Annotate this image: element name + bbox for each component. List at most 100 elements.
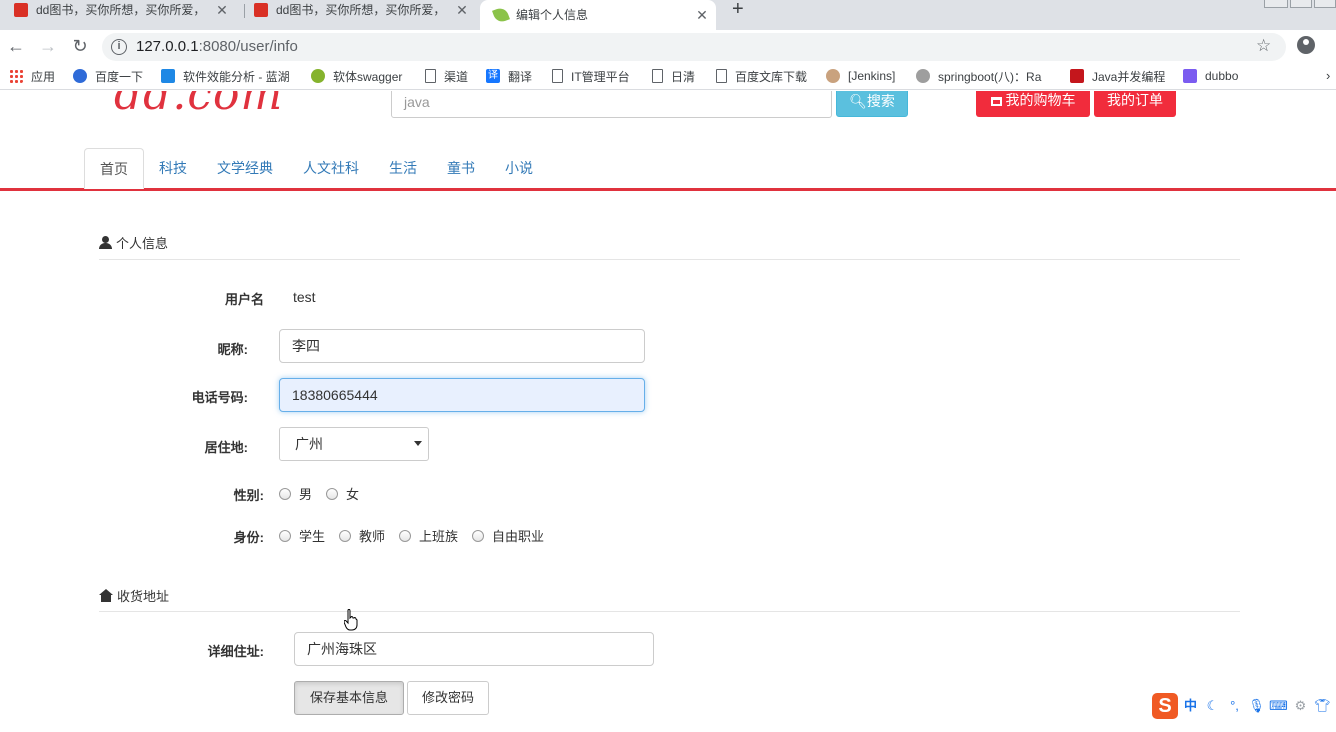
- bookmark-label: dubbo: [1205, 69, 1239, 83]
- bookmark-item[interactable]: springboot(八)：Ra: [916, 62, 1052, 90]
- tab-title: dd图书，买你所想，买你所爱，: [276, 3, 446, 17]
- nav-tab-tech[interactable]: 科技: [144, 148, 202, 189]
- skin-shirt-icon[interactable]: 👕︎: [1313, 696, 1332, 716]
- bookmark-label: 应用: [31, 69, 56, 84]
- radio-circle[interactable]: [326, 487, 339, 500]
- bookmark-item[interactable]: Java并发编程: [1070, 62, 1165, 90]
- translate-icon: 译: [486, 69, 500, 83]
- bookmark-item[interactable]: dubbo: [1183, 62, 1238, 90]
- residence-selected-value: 广州: [295, 436, 323, 452]
- new-tab-button[interactable]: +: [732, 0, 744, 21]
- bookmark-item[interactable]: IT管理平台: [552, 62, 630, 90]
- identity-radio-freelancer[interactable]: 自由职业: [472, 526, 544, 545]
- page-content: dd.com java 🔍︎搜索 我的购物车 我的订单 首页 科技 文学经典 人…: [0, 91, 1336, 732]
- swagger-icon: [311, 69, 325, 83]
- orders-button-label: 我的订单: [1107, 92, 1163, 108]
- gender-label: 性别:: [233, 488, 264, 503]
- address-section-title: 收货地址: [99, 586, 169, 605]
- radio-circle[interactable]: [339, 529, 352, 542]
- microphone-icon[interactable]: 🎙︎: [1247, 696, 1266, 716]
- close-icon[interactable]: ✕: [694, 7, 710, 24]
- page-favicon-icon: [14, 3, 28, 17]
- radio-circle[interactable]: [279, 487, 291, 500]
- bookmark-item[interactable]: [Jenkins]: [826, 62, 895, 90]
- nickname-input[interactable]: 李四: [279, 329, 645, 363]
- sogou-ime-logo-icon[interactable]: S: [1152, 693, 1178, 719]
- hand-cursor-icon: [344, 609, 358, 631]
- bookmark-item[interactable]: 百度一下: [73, 62, 143, 90]
- phone-label: 电话号码:: [191, 390, 248, 405]
- radio-circle[interactable]: [399, 529, 412, 542]
- window-close-button[interactable]: [1314, 0, 1336, 8]
- nav-tab-literature[interactable]: 文学经典: [202, 148, 288, 189]
- nav-tab-humanities[interactable]: 人文社科: [288, 148, 374, 189]
- back-arrow-icon[interactable]: ←: [4, 34, 28, 58]
- springboot-icon: [916, 69, 930, 83]
- save-basic-info-button[interactable]: 保存基本信息: [294, 681, 404, 715]
- section-divider: [99, 611, 1240, 612]
- radio-circle[interactable]: [472, 529, 485, 542]
- forward-arrow-icon[interactable]: →: [36, 34, 60, 58]
- identity-radio-student[interactable]: 学生: [279, 526, 325, 545]
- bookmark-label: [Jenkins]: [848, 69, 896, 83]
- ime-mode-toggle[interactable]: 中: [1181, 696, 1200, 716]
- residence-select[interactable]: 广州: [279, 427, 429, 461]
- tools-icon[interactable]: ⚙: [1291, 696, 1310, 716]
- address-bar[interactable]: i 127.0.0.1:8080/user/info: [102, 33, 1286, 61]
- site-info-icon[interactable]: i: [111, 39, 127, 55]
- gender-radio-female[interactable]: 女: [326, 484, 359, 503]
- cart-button[interactable]: 我的购物车: [976, 91, 1090, 117]
- close-icon[interactable]: ✕: [214, 2, 230, 19]
- punctuation-icon[interactable]: °,: [1225, 696, 1244, 716]
- section-divider: [99, 259, 1240, 260]
- identity-radio-teacher[interactable]: 教师: [339, 526, 385, 545]
- csdn-icon: [1070, 69, 1084, 83]
- category-nav: 首页 科技 文学经典 人文社科 生活 童书 小说: [84, 148, 548, 189]
- keyboard-icon[interactable]: ⌨: [1269, 696, 1288, 716]
- radio-label: 男: [299, 487, 313, 502]
- radio-label: 自由职业: [492, 529, 545, 544]
- bookmark-item[interactable]: 渠道: [425, 62, 468, 90]
- bookmark-item[interactable]: 百度文库下载: [716, 62, 807, 90]
- moon-icon[interactable]: ☾: [1203, 696, 1222, 716]
- phone-input[interactable]: 18380665444: [279, 378, 645, 412]
- url-text: 127.0.0.1:8080/user/info: [136, 38, 298, 55]
- bookmark-star-icon[interactable]: ☆: [1256, 36, 1271, 56]
- change-password-button[interactable]: 修改密码: [407, 681, 489, 715]
- bookmark-item[interactable]: 软件效能分析 - 蓝湖: [161, 62, 290, 90]
- bookmark-apps[interactable]: 应用: [9, 62, 55, 90]
- site-logo[interactable]: dd.com: [114, 91, 283, 120]
- search-button[interactable]: 🔍︎搜索: [836, 91, 908, 117]
- maximize-button[interactable]: [1290, 0, 1312, 8]
- tab-title: 编辑个人信息: [516, 8, 589, 22]
- radio-label: 教师: [359, 529, 386, 544]
- close-icon[interactable]: ✕: [454, 2, 470, 19]
- nav-tab-home[interactable]: 首页: [84, 148, 144, 189]
- bookmarks-bar: 应用 百度一下 软件效能分析 - 蓝湖 软体swagger 渠道 译 翻译 IT…: [0, 62, 1336, 90]
- bookmarks-overflow-button[interactable]: ›: [1326, 68, 1330, 83]
- browser-tab-active[interactable]: 编辑个人信息 ✕: [480, 0, 716, 30]
- nav-tab-life[interactable]: 生活: [374, 148, 432, 189]
- bookmark-item[interactable]: 日清: [652, 62, 695, 90]
- browser-tab[interactable]: dd图书，买你所想，买你所爱， ✕: [0, 0, 236, 20]
- radio-label: 女: [346, 487, 360, 502]
- identity-radio-office-worker[interactable]: 上班族: [399, 526, 458, 545]
- reload-icon[interactable]: ↻: [68, 34, 92, 58]
- bookmark-item[interactable]: 译 翻译: [486, 62, 532, 90]
- nav-tab-novel[interactable]: 小说: [490, 148, 548, 189]
- radio-circle[interactable]: [279, 529, 291, 542]
- address-detail-input[interactable]: 广州海珠区: [294, 632, 654, 666]
- search-input[interactable]: java: [391, 91, 832, 118]
- nav-tab-children[interactable]: 童书: [432, 148, 490, 189]
- orders-button[interactable]: 我的订单: [1094, 91, 1176, 117]
- profile-avatar-icon[interactable]: [1297, 36, 1315, 54]
- home-icon: [99, 589, 113, 602]
- residence-label: 居住地:: [204, 440, 248, 455]
- browser-tab[interactable]: dd图书，买你所想，买你所爱， ✕: [240, 0, 476, 20]
- minimize-button[interactable]: [1264, 0, 1288, 8]
- tab-title: dd图书，买你所想，买你所爱，: [36, 3, 206, 17]
- jenkins-icon: [826, 69, 840, 83]
- bookmark-item[interactable]: 软体swagger: [311, 62, 402, 90]
- gender-radio-male[interactable]: 男: [279, 484, 312, 503]
- bookmark-label: 百度文库下载: [735, 69, 808, 84]
